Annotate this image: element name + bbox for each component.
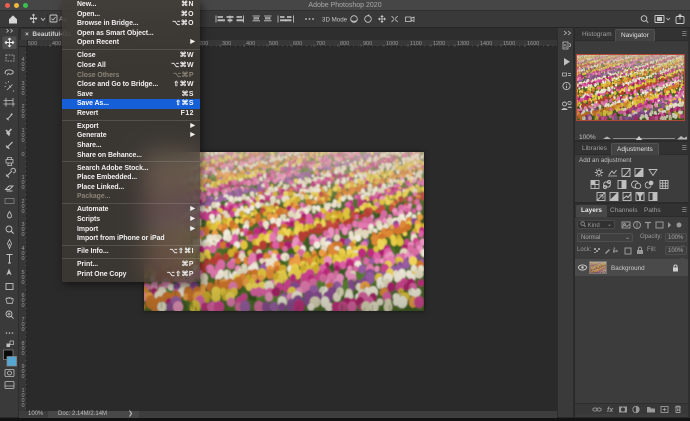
- svg-text:0: 0: [21, 351, 24, 357]
- svg-text:0: 0: [21, 152, 24, 158]
- svg-text:0: 0: [21, 256, 24, 262]
- svg-text:0: 0: [21, 114, 24, 120]
- svg-text:0: 0: [21, 374, 24, 380]
- svg-text:3D Mode: 3D Mode: [322, 17, 348, 24]
- svg-text:0: 0: [21, 138, 24, 144]
- svg-text:0: 0: [21, 232, 24, 238]
- svg-text:0: 0: [21, 280, 24, 286]
- svg-text:0: 0: [21, 209, 24, 215]
- svg-text:0: 0: [21, 327, 24, 333]
- svg-text:fx: fx: [607, 407, 614, 414]
- svg-text:0: 0: [21, 303, 24, 309]
- svg-text:0: 0: [21, 67, 24, 73]
- svg-text:0: 0: [21, 185, 24, 191]
- svg-text:0: 0: [21, 91, 24, 97]
- svg-text:5: 5: [564, 44, 567, 50]
- svg-text:0: 0: [21, 403, 24, 409]
